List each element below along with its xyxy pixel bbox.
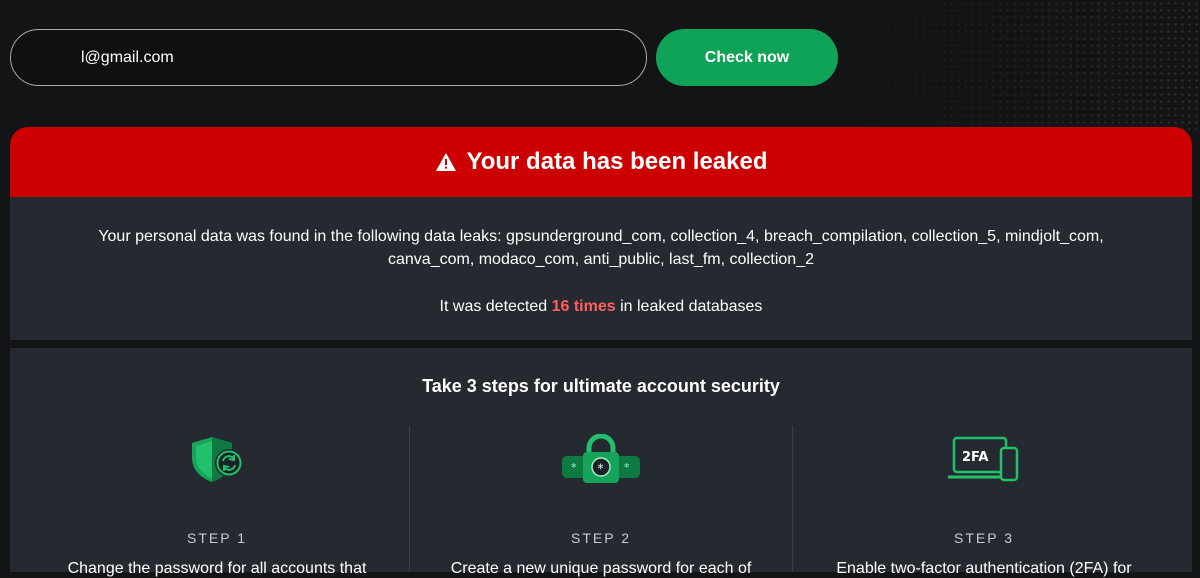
email-check-form: Check now [10, 29, 838, 86]
leak-details: Your personal data was found in the foll… [10, 197, 1192, 340]
leak-title: Your data has been leaked [466, 148, 768, 175]
warning-icon [435, 152, 457, 172]
leak-result-card: Your data has been leaked Your personal … [10, 127, 1192, 340]
email-input[interactable] [10, 29, 647, 86]
step-2-label: STEP 2 [571, 530, 631, 546]
detection-count: 16 times [551, 298, 616, 315]
step-1-label: STEP 1 [187, 530, 247, 546]
check-now-button[interactable]: Check now [656, 29, 838, 86]
detection-suffix: in leaked databases [615, 298, 763, 315]
leak-sources-text: Your personal data was found in the foll… [98, 228, 1104, 268]
step-2: * * * STEP 2 Create a new unique passwor… [409, 426, 792, 577]
detection-summary: It was detected 16 times in leaked datab… [70, 295, 1132, 318]
step-3-text: Enable two-factor authentication (2FA) f… [836, 560, 1132, 577]
steps-title: Take 3 steps for ultimate account securi… [422, 376, 780, 396]
step-1: STEP 1 Change the password for all accou… [26, 426, 408, 577]
2fa-device-icon: 2FA [793, 430, 1175, 484]
shield-refresh-icon [26, 430, 408, 484]
step-3-label: STEP 3 [954, 530, 1014, 546]
step-1-text: Change the password for all accounts tha… [67, 560, 367, 577]
step-2-text: Create a new unique password for each of [450, 560, 752, 577]
security-steps-card: Take 3 steps for ultimate account securi… [10, 348, 1192, 577]
dotted-background-pattern [780, 0, 1200, 130]
2fa-icon-text: 2FA [962, 450, 989, 465]
leak-alert-header: Your data has been leaked [10, 127, 1192, 197]
padlock-password-icon: * * * [410, 430, 792, 484]
svg-text:*: * [624, 461, 630, 474]
svg-text:*: * [598, 462, 604, 476]
step-3: 2FA STEP 3 Enable two-factor authenticat… [792, 426, 1175, 577]
svg-text:*: * [571, 461, 577, 474]
detection-prefix: It was detected [439, 298, 552, 315]
